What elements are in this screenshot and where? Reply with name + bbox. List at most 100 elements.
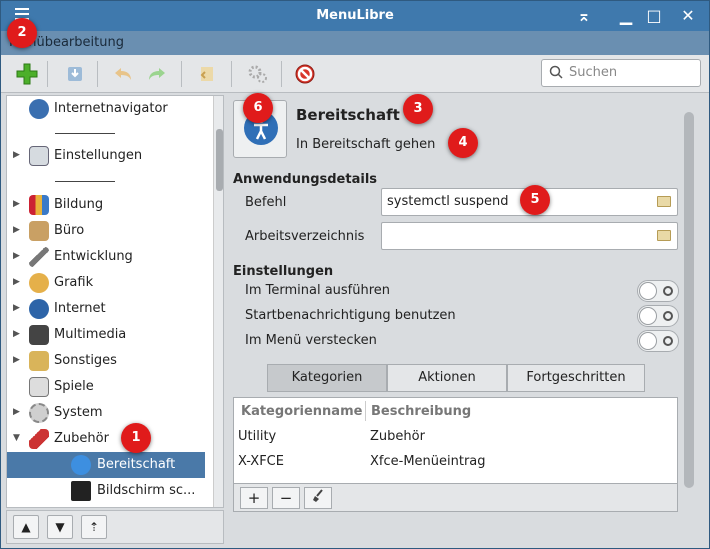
window-title: MenuLibre (316, 8, 394, 23)
globe-icon (29, 299, 49, 319)
table-cell[interactable]: X-XFCE (238, 454, 284, 469)
standby-icon (71, 455, 91, 475)
menubar: Menübearbeitung (1, 31, 709, 55)
gear-icon (29, 403, 49, 423)
command-label: Befehl (245, 195, 287, 210)
clear-brush-icon[interactable] (304, 487, 332, 509)
minimize-icon[interactable]: ▁ (615, 5, 637, 27)
expand-arrow-icon[interactable]: ▶ (13, 277, 20, 287)
startup-option-label: Startbenachrichtigung benutzen (245, 308, 456, 323)
revert-icon[interactable] (193, 60, 221, 88)
app-editor: Bereitschaft In Bereitschaft gehen Anwen… (227, 95, 705, 544)
move-down-icon[interactable]: ▼ (47, 515, 73, 539)
tree-item-entwicklung[interactable]: ▶ Entwicklung (7, 244, 207, 270)
section-settings-title: Einstellungen (233, 264, 334, 279)
remove-category-icon[interactable]: − (272, 487, 300, 509)
tree-item-zubehoer[interactable]: ▼ Zubehör (7, 426, 207, 452)
tree-item-bildschirm[interactable]: Bildschirm sc... (7, 478, 207, 504)
category-tree: Internetnavigator ▶ Einstellungen ▶ Bild… (6, 95, 224, 508)
office-icon (29, 221, 49, 241)
monitor-icon (71, 481, 91, 501)
settings-panel-icon (29, 146, 49, 166)
tree-item-sonstiges[interactable]: ▶ Sonstiges (7, 348, 207, 374)
expand-arrow-icon[interactable]: ▶ (13, 329, 20, 339)
tree-item-internetnavigator[interactable]: Internetnavigator (7, 96, 207, 122)
tree-item-einstellungen[interactable]: ▶ Einstellungen (7, 143, 207, 169)
sidebar-move-toolbar: ▲ ▼ ⇡ (6, 510, 224, 544)
expand-arrow-icon[interactable]: ▶ (13, 407, 20, 417)
annotation-badge: 6 (243, 93, 273, 123)
hide-option-label: Im Menü verstecken (245, 333, 377, 348)
tree-item-multimedia[interactable]: ▶ Multimedia (7, 322, 207, 348)
terminal-option-label: Im Terminal ausführen (245, 283, 391, 298)
column-header-name[interactable]: Kategorienname (241, 404, 362, 419)
table-cell[interactable]: Zubehör (370, 429, 425, 444)
workdir-field[interactable] (381, 222, 678, 250)
section-details-title: Anwendungsdetails (233, 172, 378, 187)
content-scrollbar[interactable] (682, 100, 696, 540)
expand-arrow-icon[interactable]: ▶ (13, 225, 20, 235)
expand-arrow-icon[interactable]: ▶ (13, 303, 20, 313)
search-input[interactable]: Suchen (541, 59, 701, 87)
categories-table: Kategorienname Beschreibung Utility Zube… (233, 397, 678, 484)
tab-kategorien[interactable]: Kategorien (267, 364, 387, 392)
execute-gear-icon[interactable] (243, 60, 271, 88)
folder-icon[interactable] (657, 230, 671, 241)
add-category-icon[interactable]: + (240, 487, 268, 509)
games-icon (29, 377, 49, 397)
sort-icon[interactable]: ⇡ (81, 515, 107, 539)
annotation-badge: 5 (520, 185, 550, 215)
delete-icon[interactable] (291, 60, 319, 88)
folder-icon[interactable] (657, 196, 671, 207)
maximize-icon[interactable]: □ (643, 5, 665, 27)
expand-arrow-icon[interactable]: ▶ (13, 251, 20, 261)
search-placeholder: Suchen (569, 65, 618, 80)
tree-item-internet[interactable]: ▶ Internet (7, 296, 207, 322)
annotation-badge: 3 (403, 94, 433, 124)
app-name[interactable]: Bereitschaft (296, 106, 400, 124)
tree-item-spiele[interactable]: Spiele (7, 374, 207, 400)
development-icon (29, 247, 49, 267)
move-up-icon[interactable]: ▲ (13, 515, 39, 539)
column-header-description[interactable]: Beschreibung (371, 404, 471, 419)
globe-icon (29, 99, 49, 119)
tab-fortgeschritten[interactable]: Fortgeschritten (507, 364, 645, 392)
multimedia-icon (29, 325, 49, 345)
expand-arrow-icon[interactable]: ▶ (13, 150, 20, 160)
close-icon[interactable]: ✕ (677, 5, 699, 27)
tree-item-bereitschaft[interactable]: Bereitschaft (7, 452, 205, 478)
hide-toggle[interactable] (637, 330, 679, 352)
app-comment[interactable]: In Bereitschaft gehen (296, 137, 435, 152)
annotation-badge: 4 (448, 128, 478, 158)
search-icon (549, 65, 563, 79)
add-icon[interactable] (13, 60, 41, 88)
save-icon[interactable] (61, 60, 89, 88)
annotation-badge: 1 (121, 423, 151, 453)
startup-toggle[interactable] (637, 305, 679, 327)
table-cell[interactable]: Xfce-Menüeintrag (370, 454, 486, 469)
workdir-label: Arbeitsverzeichnis (245, 229, 365, 244)
collapse-arrow-icon[interactable]: ▼ (13, 433, 20, 443)
tree-item-buero[interactable]: ▶ Büro (7, 218, 207, 244)
tree-item-bildung[interactable]: ▶ Bildung (7, 192, 207, 218)
categories-toolbar: + − (233, 484, 678, 512)
expand-arrow-icon[interactable]: ▶ (13, 355, 20, 365)
tab-aktionen[interactable]: Aktionen (387, 364, 507, 392)
restore-icon[interactable]: ⌅ (573, 5, 595, 27)
graphics-icon (29, 273, 49, 293)
misc-icon (29, 351, 49, 371)
sidebar-scrollbar[interactable] (213, 96, 223, 507)
app-window: MenuLibre ⌅ ▁ □ ✕ Menübearbeitung Suchen… (0, 0, 710, 549)
command-value: systemctl suspend (387, 194, 509, 209)
accessories-icon (29, 429, 49, 449)
annotation-badge: 2 (7, 18, 37, 48)
table-cell[interactable]: Utility (238, 429, 276, 444)
tree-item-system[interactable]: ▶ System (7, 400, 207, 426)
expand-arrow-icon[interactable]: ▶ (13, 199, 20, 209)
tree-item-grafik[interactable]: ▶ Grafik (7, 270, 207, 296)
redo-icon[interactable] (143, 60, 171, 88)
terminal-toggle[interactable] (637, 280, 679, 302)
undo-icon[interactable] (109, 60, 137, 88)
title-bar: MenuLibre ⌅ ▁ □ ✕ (1, 1, 709, 31)
books-icon (29, 195, 49, 215)
